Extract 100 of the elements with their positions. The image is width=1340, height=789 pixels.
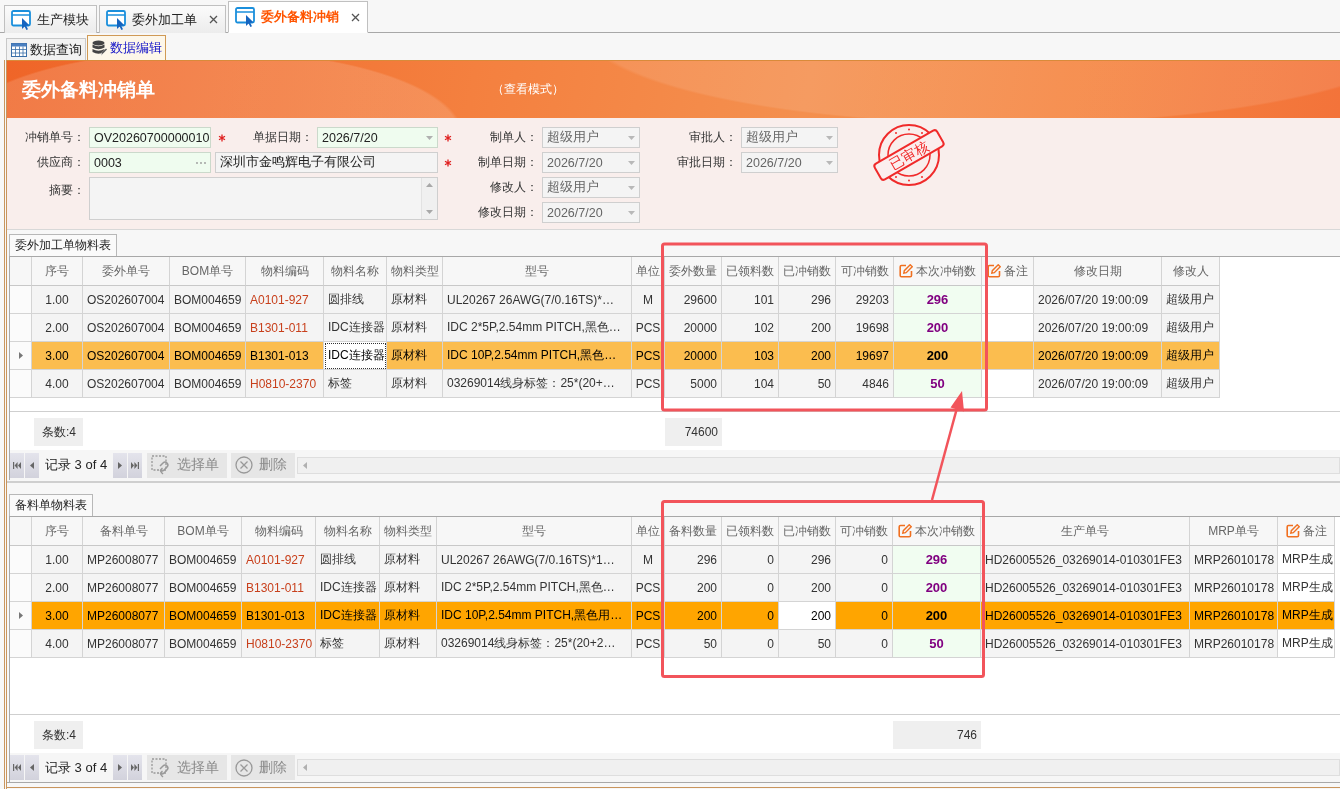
tab[interactable]: 委外加工单 (99, 5, 226, 33)
table-cell: 圆排线 (324, 286, 387, 314)
date-dropdown[interactable]: 2026/7/20 (317, 127, 438, 148)
table-cell: 2026/07/20 19:00:09 (1034, 314, 1162, 342)
table-cell (982, 370, 1034, 398)
table-cell: 296 (779, 546, 836, 574)
column-header[interactable]: 备料单号 (83, 517, 165, 546)
tab[interactable]: 数据查询 (6, 38, 86, 60)
vertical-scrollbar[interactable] (421, 178, 437, 219)
table-cell: 标签 (316, 630, 380, 658)
next-icon (118, 764, 123, 771)
column-header[interactable]: 可冲销数 (836, 517, 893, 546)
caret-icon (826, 160, 833, 165)
table-cell: PCS (632, 630, 665, 658)
table-cell: HD26005526_03269014-010301FE3 (981, 546, 1190, 574)
last-record-button[interactable] (128, 755, 143, 780)
table-cell: IDC连接器 (324, 314, 387, 342)
field-label: 修改日期： (478, 204, 538, 221)
column-header[interactable]: 物料编码 (242, 517, 316, 546)
table-cell: 0 (722, 602, 779, 630)
table-cell: BOM004659 (170, 314, 246, 342)
table-cell: 29203 (836, 286, 894, 314)
table-cell: 2026/07/20 19:00:09 (1034, 370, 1162, 398)
column-header[interactable]: 已领料数 (722, 517, 779, 546)
left-arrow-icon[interactable] (303, 764, 308, 771)
table-cell: PCS (632, 314, 665, 342)
column-header[interactable]: 单位 (632, 517, 665, 546)
column-header[interactable]: MRP单号 (1190, 517, 1278, 546)
tab[interactable]: 数据编辑 (87, 35, 166, 60)
column-header[interactable]: 本次冲销数 (893, 517, 981, 546)
row-header[interactable] (10, 630, 32, 658)
table-cell: BOM004659 (170, 286, 246, 314)
column-header[interactable]: 物料名称 (316, 517, 380, 546)
tab[interactable]: 委外备料冲销 (228, 1, 368, 33)
table-cell: MRP26010178 (1190, 546, 1278, 574)
horizontal-scrollbar[interactable] (297, 759, 1340, 776)
table-cell: 0 (836, 602, 893, 630)
table-cell: 200 (665, 574, 722, 602)
previous-icon (30, 764, 34, 771)
table-cell (982, 286, 1034, 314)
column-header[interactable]: BOM单号 (165, 517, 242, 546)
table-cell: PCS (632, 370, 665, 398)
table-cell: BOM004659 (165, 546, 242, 574)
column-header[interactable]: 序号 (32, 517, 83, 546)
tab[interactable]: 生产模块 (4, 5, 97, 33)
caret-icon (628, 185, 635, 190)
table-cell: 1.00 (32, 286, 83, 314)
ellipsis-icon[interactable] (196, 161, 206, 164)
table-cell: 4846 (836, 370, 894, 398)
column-header[interactable]: 备料数量 (665, 517, 722, 546)
row-header[interactable] (10, 602, 32, 630)
previous-record-button[interactable] (25, 755, 39, 780)
record-counter: 记录 3 of 4 (45, 758, 108, 777)
first-record-button[interactable] (10, 755, 24, 780)
text-field[interactable]: 深圳市金鸣辉电子有限公司 (215, 152, 438, 173)
group-tab[interactable]: 委外加工单物料表 (9, 234, 117, 256)
lookup-field[interactable]: 0003 (89, 152, 211, 173)
table-cell: 2026/07/20 19:00:09 (1034, 286, 1162, 314)
column-header[interactable]: 生产单号 (981, 517, 1190, 546)
field-label: 摘要： (49, 182, 85, 199)
left-arrow-icon[interactable] (303, 461, 308, 469)
table-cell: MRP生成 (1278, 574, 1335, 602)
row-header[interactable] (10, 574, 32, 602)
field-label: 供应商： (37, 154, 85, 171)
table-cell: 296 (779, 286, 836, 314)
table-cell: 20000 (665, 342, 722, 370)
column-header[interactable]: 已冲销数 (779, 517, 836, 546)
next-record-button[interactable] (113, 755, 128, 780)
last-icon (131, 764, 140, 771)
table-cell: HD26005526_03269014-010301FE3 (981, 630, 1190, 658)
form-title: 委外备料冲销单 (22, 77, 155, 102)
text-field[interactable]: OV20260700000010 (89, 127, 211, 148)
table-cell: 200 (893, 574, 981, 602)
table-cell (982, 314, 1034, 342)
caret-icon (426, 135, 433, 140)
table-cell: 0 (722, 574, 779, 602)
table-cell: M (632, 286, 665, 314)
table-cell: 超级用户 (1162, 342, 1220, 370)
table-cell: 104 (722, 370, 779, 398)
close-icon[interactable] (351, 12, 360, 22)
column-header[interactable]: 物料类型 (380, 517, 437, 546)
circle-x-icon (235, 456, 254, 474)
table-cell: 200 (665, 602, 722, 630)
table-cell: 0 (836, 630, 893, 658)
table-cell: 296 (894, 286, 982, 314)
column-header[interactable]: 备注 (1278, 517, 1335, 546)
table-cell: B1301-011 (242, 574, 316, 602)
up-arrow-icon[interactable] (426, 183, 433, 187)
down-arrow-icon[interactable] (426, 210, 433, 214)
memo-field[interactable] (89, 177, 438, 220)
row-header[interactable] (10, 546, 32, 574)
column-header[interactable]: 型号 (437, 517, 632, 546)
field-label: 制单日期： (478, 154, 538, 171)
field-label: 制单人： (490, 129, 538, 146)
dashed-square-link-icon (151, 757, 172, 778)
close-icon[interactable] (209, 15, 218, 24)
field-label: 单据日期： (253, 129, 313, 146)
summary-cell: 条数:4 (34, 721, 83, 749)
group-tab[interactable]: 备料单物料表 (9, 494, 93, 516)
field-label: 修改人： (490, 179, 538, 196)
